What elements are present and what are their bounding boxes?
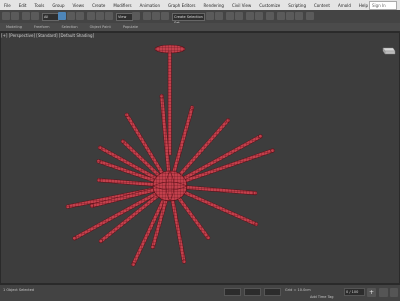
add-key-button[interactable]: + [367, 288, 376, 297]
undo-icon[interactable] [2, 12, 10, 20]
rotate-icon[interactable] [96, 12, 104, 20]
snap-toggle-icon[interactable] [143, 12, 151, 20]
menu-animation[interactable]: Animation [136, 3, 164, 8]
link-icon[interactable] [22, 12, 30, 20]
menu-group[interactable]: Group [48, 3, 68, 8]
menu-rendering[interactable]: Rendering [200, 3, 228, 8]
angle-snap-icon[interactable] [152, 12, 160, 20]
select-object-icon[interactable] [58, 12, 66, 20]
ribbon: Modeling Freeform Selection Object Paint… [0, 23, 400, 32]
x-coordinate-field[interactable] [224, 288, 241, 296]
spike-tip [253, 221, 259, 227]
scale-icon[interactable] [105, 12, 113, 20]
tab-freeform[interactable]: Freeform [28, 25, 56, 29]
status-bar: 1 Object Selected Grid = 10.0cm Add Time… [0, 284, 400, 301]
workspace-icon[interactable] [306, 12, 314, 20]
menu-graph-editors[interactable]: Graph Editors [164, 3, 199, 8]
tab-populate[interactable]: Populate [117, 25, 144, 29]
curve-editor-icon[interactable] [246, 12, 254, 20]
render-setup-icon[interactable] [277, 12, 285, 20]
grid-label: Grid = 10.0cm [285, 288, 311, 292]
material-editor-icon[interactable] [266, 12, 274, 20]
frame-counter-field[interactable]: 0 / 100 [344, 288, 365, 296]
spike-tip [120, 139, 126, 144]
center-sphere [152, 170, 188, 202]
hanging-rod [167, 51, 172, 156]
named-selection-dropdown[interactable]: Create Selection Set [172, 13, 205, 25]
spike-tip [89, 203, 95, 209]
tab-modeling[interactable]: Modeling [0, 25, 28, 29]
chandelier-model[interactable] [0, 32, 400, 284]
spike-tip [225, 118, 231, 123]
zoom-extents-icon[interactable] [390, 288, 398, 297]
spike-tip [150, 244, 155, 250]
menu-civil-view[interactable]: Civil View [228, 3, 255, 8]
percent-snap-icon[interactable] [161, 12, 169, 20]
menu-customize[interactable]: Customize [255, 3, 284, 8]
spike-tip [72, 236, 77, 241]
tab-object-paint[interactable]: Object Paint [84, 25, 117, 29]
spike-tip [159, 93, 164, 99]
spike-tip [131, 262, 136, 267]
pivot-icon[interactable] [132, 12, 140, 20]
spike-tip [258, 134, 263, 139]
unlink-icon[interactable] [31, 12, 39, 20]
spike-tip [124, 112, 129, 118]
spike-tip [98, 238, 104, 244]
spike-tip [96, 159, 101, 164]
reference-coordinate-dropdown[interactable]: View [116, 13, 133, 21]
spike-tip [253, 190, 258, 196]
selection-status: 1 Object Selected [3, 288, 35, 292]
y-coordinate-field[interactable] [244, 288, 261, 296]
menu-arnold[interactable]: Arnold [334, 3, 355, 8]
menu-scripting[interactable]: Scripting [284, 3, 310, 8]
rectangle-selection-icon[interactable] [76, 12, 84, 20]
spike-tip [205, 235, 211, 240]
time-tag-label[interactable]: Add Time Tag [310, 295, 334, 299]
layer-explorer-icon[interactable] [226, 12, 234, 20]
tab-selection[interactable]: Selection [56, 25, 84, 29]
sign-in-label: Sign In [372, 3, 386, 8]
key-mode-icon[interactable] [379, 288, 388, 297]
menu-create[interactable]: Create [88, 3, 109, 8]
redo-icon[interactable] [11, 12, 19, 20]
spike-tip [96, 177, 102, 183]
menu-views[interactable]: Views [69, 3, 89, 8]
spike-tip [270, 148, 275, 153]
spike-tip [181, 259, 187, 264]
z-coordinate-field[interactable] [264, 288, 281, 296]
rendered-frame-window-icon[interactable] [286, 12, 294, 20]
render-production-icon[interactable] [295, 12, 303, 20]
main-toolbar: All View Create Selection Set [0, 10, 400, 25]
spike-tip [189, 105, 195, 110]
align-icon[interactable] [215, 12, 223, 20]
select-by-name-icon[interactable] [67, 12, 75, 20]
menu-file[interactable]: File [0, 3, 15, 8]
spike-tip [97, 145, 103, 150]
mirror-icon[interactable] [206, 12, 214, 20]
menu-edit[interactable]: Edit [15, 3, 31, 8]
menu-modifiers[interactable]: Modifiers [109, 3, 135, 8]
menu-bar: File Edit Tools Group Views Create Modif… [0, 0, 400, 10]
menu-tools[interactable]: Tools [30, 3, 48, 8]
spike-tip [65, 204, 70, 209]
sign-in-box[interactable]: Sign In [369, 1, 397, 10]
move-icon[interactable] [87, 12, 95, 20]
selection-filter-dropdown[interactable]: All [42, 13, 59, 21]
menu-content[interactable]: Content [310, 3, 334, 8]
scene-explorer-icon[interactable] [235, 12, 243, 20]
schematic-view-icon[interactable] [255, 12, 263, 20]
